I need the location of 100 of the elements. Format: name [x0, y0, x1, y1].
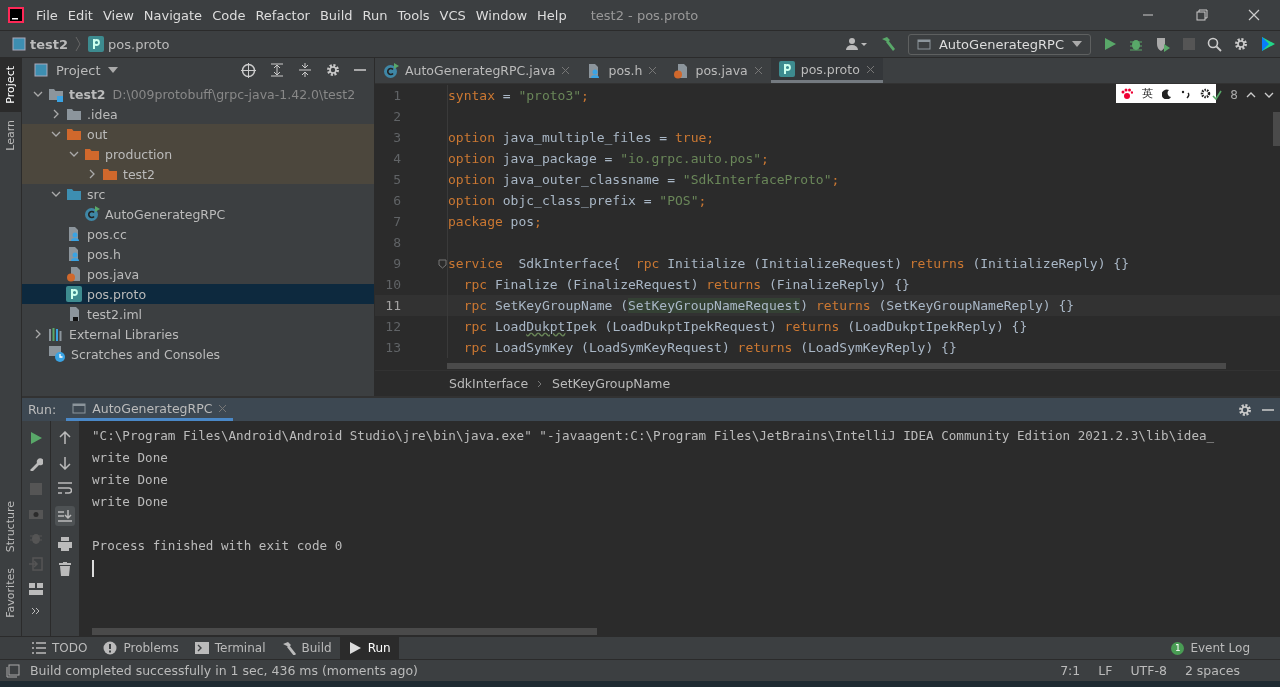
scrollbar[interactable]: [1273, 112, 1280, 146]
trash-icon[interactable]: [59, 562, 71, 576]
wrench-icon[interactable]: [29, 457, 43, 471]
fold-icon[interactable]: [438, 258, 447, 269]
chevron-down-icon[interactable]: [51, 189, 61, 199]
tree-item[interactable]: test2 D:\009protobuff\grpc-java-1.42.0\test2: [22, 84, 374, 104]
search-icon[interactable]: [1207, 36, 1222, 52]
close-icon[interactable]: [1248, 9, 1260, 21]
tree-item[interactable]: pos.h: [22, 244, 374, 264]
ime-toolbar[interactable]: 英: [1116, 84, 1216, 103]
restore-icon[interactable]: [1196, 9, 1208, 21]
tool-window-tab[interactable]: Structure: [0, 493, 21, 561]
settings-icon[interactable]: [1238, 402, 1252, 417]
status-item[interactable]: UTF-8: [1130, 663, 1167, 678]
menu-item[interactable]: Help: [537, 7, 567, 23]
panel-title[interactable]: Project: [56, 62, 101, 78]
plugin-logo-icon[interactable]: [1260, 36, 1276, 52]
user-icon[interactable]: [845, 37, 868, 51]
count-badge: 1: [1171, 641, 1185, 655]
tree-item[interactable]: test2.iml: [22, 304, 374, 324]
punctuation-icon: [1181, 88, 1191, 99]
rerun-icon[interactable]: [29, 431, 43, 445]
menu-item[interactable]: File: [36, 7, 58, 23]
proto-file-icon: [778, 61, 795, 77]
arrow-up-icon[interactable]: [59, 431, 71, 445]
tool-window-tab[interactable]: Terminal: [186, 637, 274, 659]
print-icon[interactable]: [58, 537, 72, 551]
menu-item[interactable]: Refactor: [255, 7, 310, 23]
tree-item[interactable]: pos.cc: [22, 224, 374, 244]
status-item[interactable]: LF: [1098, 663, 1113, 678]
tree-item[interactable]: pos.proto: [22, 284, 374, 304]
menu-item[interactable]: Edit: [67, 7, 93, 23]
tree-item[interactable]: out: [22, 124, 374, 144]
chevron-right-icon[interactable]: [87, 169, 97, 179]
panel-toggle-icon[interactable]: [6, 663, 20, 678]
menu-item[interactable]: Tools: [397, 7, 430, 23]
chevron-right-icon[interactable]: [33, 329, 43, 339]
arrow-down-icon[interactable]: [59, 456, 71, 470]
scrollbar[interactable]: [447, 363, 1226, 369]
tool-window-tab[interactable]: Learn: [0, 111, 21, 159]
layout-icon[interactable]: [29, 583, 43, 595]
tool-window-tab[interactable]: TODO: [24, 637, 96, 659]
menu-item[interactable]: Build: [319, 7, 353, 23]
menu-item[interactable]: Window: [475, 7, 528, 23]
status-item[interactable]: 7:1: [1060, 663, 1081, 678]
chevron-right-icon[interactable]: [51, 109, 61, 119]
line-number: 4: [392, 151, 401, 166]
inspection-count[interactable]: 8: [1230, 88, 1238, 102]
editor-tab[interactable]: pos.h: [578, 58, 666, 83]
settings-icon[interactable]: [326, 63, 340, 77]
menu-item[interactable]: View: [102, 7, 134, 23]
menu-item[interactable]: Navigate: [143, 7, 203, 23]
editor-tab[interactable]: pos.proto: [770, 58, 883, 83]
menu-item[interactable]: Run: [362, 7, 388, 23]
tree-item[interactable]: External Libraries: [22, 324, 374, 344]
tree-item[interactable]: AutoGenerategRPC: [22, 204, 374, 224]
soft-wrap-icon[interactable]: [58, 481, 72, 495]
tool-window-tab[interactable]: Build: [273, 637, 340, 659]
expand-all-icon[interactable]: [270, 63, 284, 77]
breadcrumb-link[interactable]: pos.proto: [108, 36, 170, 52]
tree-item[interactable]: Scratches and Consoles: [22, 344, 374, 364]
scroll-to-end-button[interactable]: [55, 506, 75, 526]
tool-window-tab[interactable]: Run: [339, 637, 399, 659]
tool-window-tab[interactable]: Project: [0, 58, 21, 112]
tree-item[interactable]: .idea: [22, 104, 374, 124]
breadcrumb-link[interactable]: SetKeyGroupName: [552, 376, 671, 391]
chevron-down-icon[interactable]: [1264, 90, 1274, 100]
folder-icon: [84, 147, 100, 161]
tree-item[interactable]: src: [22, 184, 374, 204]
code-line: package pos;: [448, 214, 542, 229]
tool-window-tab[interactable]: Problems: [95, 637, 187, 659]
tree-item[interactable]: pos.java: [22, 264, 374, 284]
tool-window-tab[interactable]: Favorites: [0, 560, 21, 626]
breadcrumb-link[interactable]: test2: [30, 36, 69, 52]
scrollbar[interactable]: [92, 628, 597, 635]
event-log-tab[interactable]: 1 Event Log: [1171, 641, 1280, 655]
code-line: option java_outer_classname = "SdkInterfaceProto";: [448, 172, 840, 187]
locate-icon[interactable]: [241, 62, 256, 78]
bug-icon[interactable]: [1129, 37, 1143, 51]
chevron-up-icon[interactable]: [1246, 90, 1256, 100]
collapse-all-icon[interactable]: [298, 63, 312, 77]
caret-icon[interactable]: [108, 67, 119, 73]
run-config-dropdown[interactable]: AutoGenerategRPC: [907, 33, 1091, 55]
status-item[interactable]: 2 spaces: [1184, 663, 1240, 678]
java-file-icon: [66, 266, 82, 282]
editor-tab[interactable]: AutoGenerategRPC.java: [375, 58, 579, 83]
window-icon: [916, 38, 931, 50]
menu-item[interactable]: Code: [212, 7, 246, 23]
editor-tab[interactable]: pos.java: [665, 58, 771, 83]
menu-item[interactable]: VCS: [439, 7, 466, 23]
code-line: rpc SetKeyGroupName (SetKeyGroupNameRequest) returns (SetKeyGroupNameReply) {}: [462, 298, 1075, 313]
run-icon[interactable]: [1103, 37, 1117, 51]
chevron-down-icon[interactable]: [33, 89, 43, 99]
close-icon[interactable]: [865, 64, 875, 74]
breadcrumb-link[interactable]: SdkInterface: [449, 376, 529, 391]
settings-icon[interactable]: [1234, 37, 1248, 51]
more-icon[interactable]: [31, 607, 41, 615]
tree-item[interactable]: test2: [22, 164, 374, 184]
shield-run-icon[interactable]: [1155, 36, 1171, 52]
tree-item[interactable]: production: [22, 144, 374, 164]
